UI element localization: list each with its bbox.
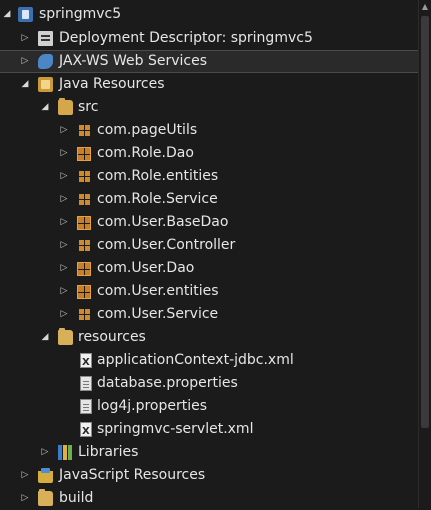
- tree-item-libraries[interactable]: ▷ Libraries: [0, 441, 418, 464]
- collapsed-arrow-icon[interactable]: ▷: [19, 487, 31, 510]
- package-icon: [77, 147, 91, 161]
- collapsed-arrow-icon[interactable]: ▷: [19, 27, 31, 50]
- collapsed-arrow-icon[interactable]: ▷: [58, 303, 70, 326]
- properties-file-icon: [80, 399, 92, 414]
- tree-item-label: Deployment Descriptor: springmvc5: [59, 30, 313, 46]
- tree-item-package[interactable]: ▷ com.Role.entities: [0, 165, 418, 188]
- tree-item-label: JavaScript Resources: [59, 467, 206, 483]
- tree-item-deployment-descriptor[interactable]: ▷ Deployment Descriptor: springmvc5: [0, 27, 418, 50]
- tree-item-jax-ws-web-services[interactable]: ▷ JAX-WS Web Services: [0, 50, 418, 73]
- tree-item-label: com.User.BaseDao: [97, 214, 229, 230]
- tree-item-build[interactable]: ▷ build: [0, 487, 418, 510]
- expanded-arrow-icon[interactable]: ◢: [39, 326, 51, 349]
- tree-item-label: springmvc5: [39, 6, 122, 22]
- collapsed-arrow-icon[interactable]: ▷: [19, 464, 31, 487]
- javascript-resources-icon: [38, 468, 53, 483]
- package-icon: [79, 194, 90, 205]
- web-services-icon: [38, 54, 53, 69]
- vertical-scrollbar[interactable]: ▲: [418, 0, 431, 508]
- collapsed-arrow-icon[interactable]: ▷: [58, 142, 70, 165]
- source-folder-icon: [58, 98, 73, 115]
- tree-item-package[interactable]: ▷ com.Role.Dao: [0, 142, 418, 165]
- package-icon: [79, 240, 90, 251]
- tree-item-label: com.Role.Dao: [97, 145, 194, 161]
- expanded-arrow-icon[interactable]: ◢: [1, 3, 13, 26]
- folder-icon: [38, 489, 53, 506]
- tree-item-label: log4j.properties: [97, 398, 208, 414]
- tree-item-label: com.User.entities: [97, 283, 219, 299]
- deployment-descriptor-icon: [38, 31, 53, 46]
- tree-item-label: com.User.Dao: [97, 260, 195, 276]
- tree-item-file[interactable]: database.properties: [0, 372, 418, 395]
- tree-item-package[interactable]: ▷ com.Role.Service: [0, 188, 418, 211]
- tree-item-package[interactable]: ▷ com.User.BaseDao: [0, 211, 418, 234]
- tree-item-resources[interactable]: ◢ resources: [0, 326, 418, 349]
- tree-item-file[interactable]: applicationContext-jdbc.xml: [0, 349, 418, 374]
- scroll-up-arrow-icon[interactable]: ▲: [419, 0, 431, 14]
- tree-item-label: com.User.Service: [97, 306, 219, 322]
- project-explorer: ◢ springmvc5 ▷ Deployment Descriptor: sp…: [0, 0, 431, 508]
- collapsed-arrow-icon[interactable]: ▷: [19, 51, 31, 74]
- package-icon: [77, 262, 91, 276]
- collapsed-arrow-icon[interactable]: ▷: [58, 165, 70, 188]
- tree-item-label: com.pageUtils: [97, 122, 198, 138]
- properties-file-icon: [80, 376, 92, 391]
- package-icon: [79, 309, 90, 320]
- tree-item-package[interactable]: ▷ com.User.Controller: [0, 234, 418, 257]
- collapsed-arrow-icon[interactable]: ▷: [58, 119, 70, 142]
- collapsed-arrow-icon[interactable]: ▷: [58, 257, 70, 280]
- collapsed-arrow-icon[interactable]: ▷: [58, 211, 70, 234]
- tree-item-javascript-resources[interactable]: ▷ JavaScript Resources: [0, 464, 418, 487]
- collapsed-arrow-icon[interactable]: ▷: [58, 280, 70, 303]
- tree-item-file[interactable]: springmvc-servlet.xml: [0, 418, 418, 443]
- tree-item-label: applicationContext-jdbc.xml: [97, 352, 294, 368]
- tree-item-label: resources: [78, 329, 146, 345]
- collapsed-arrow-icon[interactable]: ▷: [58, 188, 70, 211]
- tree-item-java-resources[interactable]: ◢ Java Resources: [0, 73, 418, 96]
- project-icon: [18, 7, 33, 22]
- tree-item-label: src: [78, 99, 99, 115]
- scrollbar-thumb[interactable]: [421, 16, 429, 428]
- tree-item-label: Java Resources: [59, 76, 165, 92]
- project-tree: ◢ springmvc5 ▷ Deployment Descriptor: sp…: [0, 0, 418, 508]
- package-icon: [77, 285, 91, 299]
- tree-item-package[interactable]: ▷ com.User.entities: [0, 280, 418, 303]
- collapsed-arrow-icon[interactable]: ▷: [39, 441, 51, 464]
- tree-item-label: com.Role.entities: [97, 168, 219, 184]
- xml-file-icon: [80, 420, 92, 443]
- package-icon: [77, 216, 91, 230]
- tree-item-label: com.Role.Service: [97, 191, 218, 207]
- tree-item-file[interactable]: log4j.properties: [0, 395, 418, 418]
- tree-item-src[interactable]: ◢ src: [0, 96, 418, 119]
- libraries-icon: [58, 445, 73, 460]
- tree-item-package[interactable]: ▷ com.User.Dao: [0, 257, 418, 280]
- folder-icon: [58, 328, 73, 345]
- tree-item-label: com.User.Controller: [97, 237, 236, 253]
- package-icon: [79, 171, 90, 182]
- tree-item-springmvc5[interactable]: ◢ springmvc5: [0, 3, 418, 26]
- package-icon: [79, 125, 90, 136]
- collapsed-arrow-icon[interactable]: ▷: [58, 234, 70, 257]
- xml-file-icon: [80, 351, 92, 374]
- tree-item-label: springmvc-servlet.xml: [97, 421, 254, 437]
- expanded-arrow-icon[interactable]: ◢: [19, 73, 31, 96]
- tree-item-package[interactable]: ▷ com.pageUtils: [0, 119, 418, 142]
- java-resources-icon: [38, 77, 53, 92]
- tree-item-label: database.properties: [97, 375, 238, 391]
- expanded-arrow-icon[interactable]: ◢: [39, 96, 51, 119]
- tree-item-label: Libraries: [78, 444, 139, 460]
- tree-item-label: build: [59, 490, 94, 506]
- tree-item-label: JAX-WS Web Services: [59, 53, 208, 69]
- tree-item-package[interactable]: ▷ com.User.Service: [0, 303, 418, 326]
